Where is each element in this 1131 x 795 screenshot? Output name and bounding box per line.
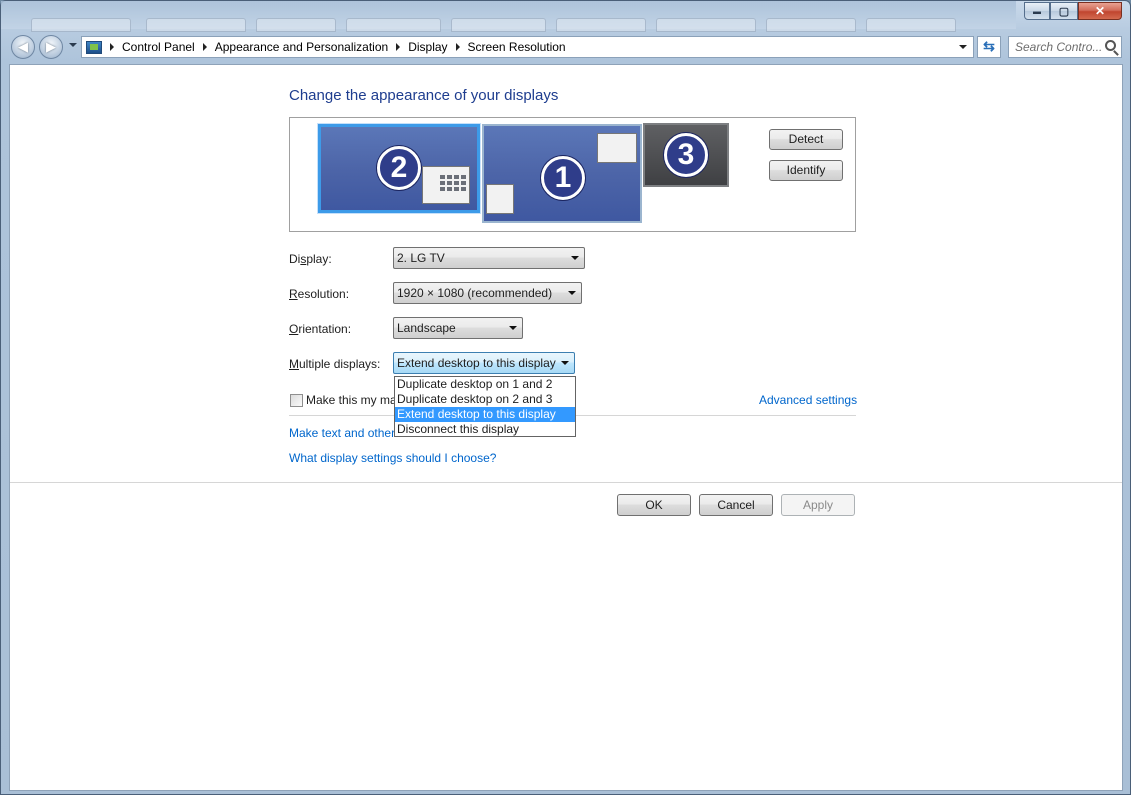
search-placeholder: Search Contro... — [1015, 40, 1103, 54]
monitor-number: 3 — [664, 133, 708, 177]
control-panel-window: ▬ ▢ ✕ ◀ ▶ Control Panel Appearance and P… — [0, 0, 1131, 795]
chevron-down-icon — [571, 256, 579, 260]
navigation-bar: ◀ ▶ Control Panel Appearance and Persona… — [9, 34, 1124, 60]
breadcrumb-control-panel[interactable]: Control Panel — [122, 40, 195, 54]
orientation-select-value: Landscape — [397, 321, 456, 335]
dropdown-option[interactable]: Duplicate desktop on 1 and 2 — [395, 377, 575, 392]
page-title: Change the appearance of your displays — [289, 87, 559, 104]
background-taskbar-tab — [256, 18, 336, 32]
footer-divider — [10, 482, 1122, 483]
resolution-select[interactable]: 1920 × 1080 (recommended) — [393, 282, 582, 304]
mini-window-icon — [422, 166, 470, 204]
dropdown-option[interactable]: Disconnect this display — [395, 422, 575, 437]
forward-arrow-icon: ▶ — [46, 39, 56, 54]
refresh-icon: ⇆ — [983, 38, 995, 54]
chevron-down-icon — [509, 326, 517, 330]
title-bar — [1, 1, 1016, 32]
cancel-button[interactable]: Cancel — [699, 494, 773, 516]
identify-button[interactable]: Identify — [769, 160, 843, 181]
main-display-checkbox-label[interactable]: Make this my ma — [306, 393, 397, 407]
background-taskbar-tab — [31, 18, 131, 32]
resolution-label: Resolution: — [289, 287, 350, 301]
background-taskbar-tab — [556, 18, 646, 32]
chevron-down-icon — [568, 291, 576, 295]
monitor-2[interactable]: 2 — [318, 124, 480, 213]
mini-window-icon — [486, 184, 514, 214]
background-taskbar-tab — [146, 18, 246, 32]
content-pane: Change the appearance of your displays 2… — [9, 64, 1123, 791]
search-icon[interactable] — [1105, 40, 1116, 51]
recent-pages-dropdown[interactable] — [69, 43, 77, 47]
breadcrumb-display[interactable]: Display — [408, 40, 447, 54]
refresh-button[interactable]: ⇆ — [977, 36, 1001, 58]
breadcrumb: Control Panel Appearance and Personaliza… — [110, 40, 566, 54]
resolution-select-value: 1920 × 1080 (recommended) — [397, 286, 553, 300]
ok-button[interactable]: OK — [617, 494, 691, 516]
monitor-arrangement-panel: 2 1 3 Detect Identify — [289, 117, 856, 232]
minimize-button[interactable]: ▬ — [1024, 2, 1050, 20]
background-taskbar-tab — [656, 18, 756, 32]
dropdown-option[interactable]: Duplicate desktop on 2 and 3 — [395, 392, 575, 407]
multiple-displays-dropdown-list: Duplicate desktop on 1 and 2 Duplicate d… — [394, 376, 576, 437]
chevron-down-icon — [561, 361, 569, 365]
which-display-settings-link[interactable]: What display settings should I choose? — [289, 451, 496, 465]
breadcrumb-separator-icon[interactable] — [396, 43, 401, 51]
minimize-icon: ▬ — [1033, 6, 1041, 16]
multiple-displays-select-value: Extend desktop to this display — [397, 356, 556, 370]
breadcrumb-separator-icon[interactable] — [110, 43, 114, 51]
monitor-1[interactable]: 1 — [482, 124, 642, 223]
back-button[interactable]: ◀ — [11, 35, 35, 59]
monitor-number: 1 — [541, 156, 585, 200]
monitor-3[interactable]: 3 — [643, 123, 729, 187]
advanced-settings-link[interactable]: Advanced settings — [759, 393, 857, 407]
display-select[interactable]: 2. LG TV — [393, 247, 585, 269]
breadcrumb-screen-resolution[interactable]: Screen Resolution — [468, 40, 566, 54]
multiple-displays-label: Multiple displays: — [289, 357, 381, 371]
control-panel-icon — [86, 40, 102, 54]
background-taskbar-tab — [451, 18, 546, 32]
window-controls: ▬ ▢ ✕ — [1024, 2, 1122, 20]
apply-button[interactable]: Apply — [781, 494, 855, 516]
orientation-select[interactable]: Landscape — [393, 317, 523, 339]
breadcrumb-appearance[interactable]: Appearance and Personalization — [215, 40, 388, 54]
monitor-number: 2 — [377, 146, 421, 190]
main-display-checkbox[interactable] — [290, 394, 303, 407]
display-select-value: 2. LG TV — [397, 251, 445, 265]
make-text-larger-link[interactable]: Make text and other — [289, 426, 395, 440]
orientation-label: Orientation: — [289, 322, 352, 336]
forward-button[interactable]: ▶ — [39, 35, 63, 59]
search-input[interactable]: Search Contro... — [1008, 36, 1122, 58]
address-dropdown-icon[interactable] — [959, 45, 967, 49]
detect-button[interactable]: Detect — [769, 129, 843, 150]
background-taskbar-tab — [766, 18, 856, 32]
maximize-icon: ▢ — [1058, 5, 1070, 18]
breadcrumb-separator-icon[interactable] — [202, 43, 207, 51]
address-bar[interactable]: Control Panel Appearance and Personaliza… — [81, 36, 974, 58]
mini-grid-icon — [440, 175, 466, 191]
background-taskbar-tab — [866, 18, 956, 32]
back-arrow-icon: ◀ — [18, 39, 28, 54]
mini-window-icon — [597, 133, 637, 163]
close-icon: ✕ — [1094, 4, 1106, 18]
breadcrumb-separator-icon[interactable] — [455, 43, 460, 51]
multiple-displays-select[interactable]: Extend desktop to this display — [393, 352, 575, 374]
display-label: Display: — [289, 252, 332, 266]
background-taskbar-tab — [346, 18, 441, 32]
dropdown-option-selected[interactable]: Extend desktop to this display — [395, 407, 575, 422]
maximize-button[interactable]: ▢ — [1050, 2, 1078, 20]
close-button[interactable]: ✕ — [1078, 2, 1122, 20]
